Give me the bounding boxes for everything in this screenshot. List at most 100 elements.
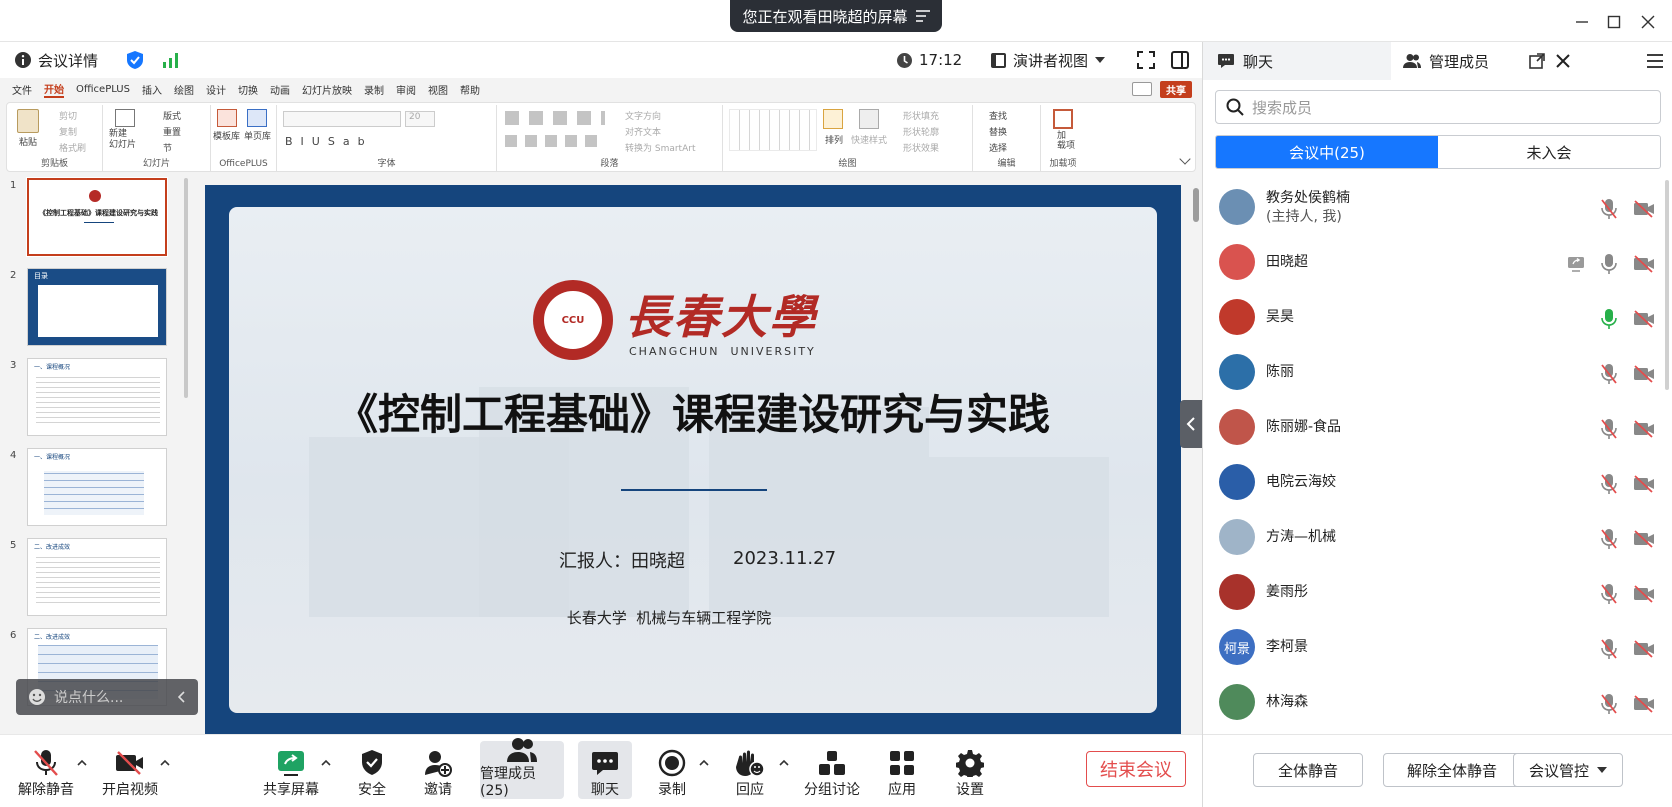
unmute-button[interactable]: 解除静音 [14,741,78,799]
addins-icon[interactable] [1053,109,1073,129]
comments-icon[interactable] [1132,82,1152,96]
popout-panel-icon[interactable] [1529,53,1545,69]
video-off-icon[interactable] [1633,695,1655,713]
single-page-lib-button[interactable]: 单页库 [244,129,271,142]
slide-thumbnail-1[interactable]: 《控制工程基础》课程建设研究与实践 [26,177,168,257]
floating-chat-input[interactable]: 说点什么... [16,679,198,715]
member-list-scrollbar[interactable] [1665,180,1669,390]
security-shield-icon[interactable] [126,42,144,78]
thumb-scrollbar[interactable] [184,178,188,398]
share-options-caret-icon[interactable] [320,757,332,769]
end-meeting-button[interactable]: 结束会议 [1086,751,1186,787]
settings-button[interactable]: 设置 [954,741,986,799]
paste-button[interactable]: 粘贴 [19,135,37,148]
replace-button[interactable]: 替换 [989,125,1007,138]
shapes-gallery[interactable] [729,109,817,151]
video-off-icon[interactable] [1633,475,1655,493]
new-slide-icon[interactable] [115,109,135,127]
mic-muted-icon[interactable] [1599,583,1619,605]
reactions-options-caret-icon[interactable] [778,757,790,769]
video-off-icon[interactable] [1633,530,1655,548]
fullscreen-icon[interactable] [1136,42,1156,78]
copy-button[interactable]: 复制 [59,125,77,138]
member-row[interactable]: 陈丽 [1203,345,1672,400]
convert-smartart-button[interactable]: 转换为 SmartArt [625,141,695,154]
ppt-menu-home[interactable]: 开始 [44,81,64,98]
find-button[interactable]: 查找 [989,109,1007,122]
template-lib-icon[interactable] [217,109,237,127]
shape-effects-button[interactable]: 形状效果 [903,141,939,154]
member-row[interactable]: 田晓超 [1203,235,1672,290]
section-button[interactable]: 节 [163,141,172,154]
ppt-menu-help[interactable]: 帮助 [460,82,480,97]
close-window-icon[interactable] [1636,10,1660,34]
start-video-button[interactable]: 开启视频 [98,741,162,799]
reactions-button[interactable]: 回应 [734,741,766,799]
ppt-menu-file[interactable]: 文件 [12,82,32,97]
member-row[interactable]: 林海森 [1203,675,1672,730]
video-off-icon[interactable] [1633,200,1655,218]
screen-share-banner[interactable]: 您正在观看田晓超的屏幕 [730,0,942,32]
close-panel-icon[interactable] [1555,53,1571,69]
ppt-menu-transitions[interactable]: 切换 [238,82,258,97]
slide-thumbnail-2[interactable]: 目录 [27,268,167,346]
slide-thumbnail-3[interactable]: 一、课程概况 [27,358,167,436]
toggle-sidebar-icon[interactable] [1170,42,1190,78]
meeting-details-button[interactable]: 会议详情 [14,42,98,78]
mic-muted-icon[interactable] [1599,198,1619,220]
quick-styles-button[interactable]: 快速样式 [851,133,887,146]
video-off-icon[interactable] [1633,420,1655,438]
member-row[interactable]: 教务处侯鹤楠 (主持人, 我) [1203,180,1672,235]
chat-button[interactable]: 聊天 [578,741,632,799]
apps-button[interactable]: 应用 [886,741,918,799]
font-size-dropdown[interactable]: 20 [405,111,435,127]
tab-chat[interactable]: 聊天 [1217,42,1273,80]
arrange-button[interactable]: 排列 [825,133,843,146]
paste-icon[interactable] [17,109,39,133]
format-painter-button[interactable]: 格式刷 [59,141,86,154]
layout-button[interactable]: 版式 [163,109,181,122]
mic-muted-icon[interactable] [1599,638,1619,660]
video-options-caret-icon[interactable] [159,757,171,769]
ppt-menu-draw[interactable]: 绘图 [174,82,194,97]
mic-muted-icon[interactable] [1599,418,1619,440]
ppt-menu-record[interactable]: 录制 [364,82,384,97]
mic-muted-icon[interactable] [1599,363,1619,385]
meeting-control-dropdown[interactable]: 会议管控 [1513,753,1623,787]
video-off-icon[interactable] [1633,310,1655,328]
record-button[interactable]: 录制 [656,741,688,799]
single-page-lib-icon[interactable] [247,109,267,127]
share-screen-button[interactable]: 共享屏幕 [260,741,322,799]
chevron-left-icon[interactable] [178,691,186,703]
record-options-caret-icon[interactable] [698,757,710,769]
collapse-panel-handle[interactable] [1180,400,1202,448]
mute-all-button[interactable]: 全体静音 [1253,753,1363,787]
ppt-menu-slideshow[interactable]: 幻灯片放映 [302,82,352,97]
view-mode-dropdown[interactable]: 演讲者视图 [990,42,1106,78]
align-icons[interactable] [505,135,605,147]
slide-thumbnail-5[interactable]: 二、改进成效 [27,538,167,616]
ppt-menu-review[interactable]: 审阅 [396,82,416,97]
shape-fill-button[interactable]: 形状填充 [903,109,939,122]
video-off-icon[interactable] [1633,585,1655,603]
ppt-menu-officeplus[interactable]: OfficePLUS [76,84,130,95]
member-row[interactable]: 陈丽娜-食品 [1203,400,1672,455]
mic-icon[interactable] [1599,253,1619,275]
select-button[interactable]: 选择 [989,141,1007,154]
segment-not-joined[interactable]: 未入会 [1438,136,1660,168]
arrange-icon[interactable] [823,109,843,129]
quick-styles-icon[interactable] [859,109,879,129]
invite-button[interactable]: 邀请 [420,741,456,799]
video-off-icon[interactable] [1633,365,1655,383]
ppt-menu-animations[interactable]: 动画 [270,82,290,97]
banner-menu-icon[interactable] [915,10,930,22]
unmute-all-button[interactable]: 解除全体静音 [1383,753,1521,787]
security-button[interactable]: 安全 [354,741,390,799]
video-off-icon[interactable] [1633,255,1655,273]
addins-button[interactable]: 加 载项 [1057,131,1075,151]
slide-scrollbar[interactable] [1193,188,1199,222]
mic-icon[interactable] [1599,308,1619,330]
minimize-window-icon[interactable] [1570,10,1594,34]
maximize-window-icon[interactable] [1602,10,1626,34]
mic-muted-icon[interactable] [1599,473,1619,495]
